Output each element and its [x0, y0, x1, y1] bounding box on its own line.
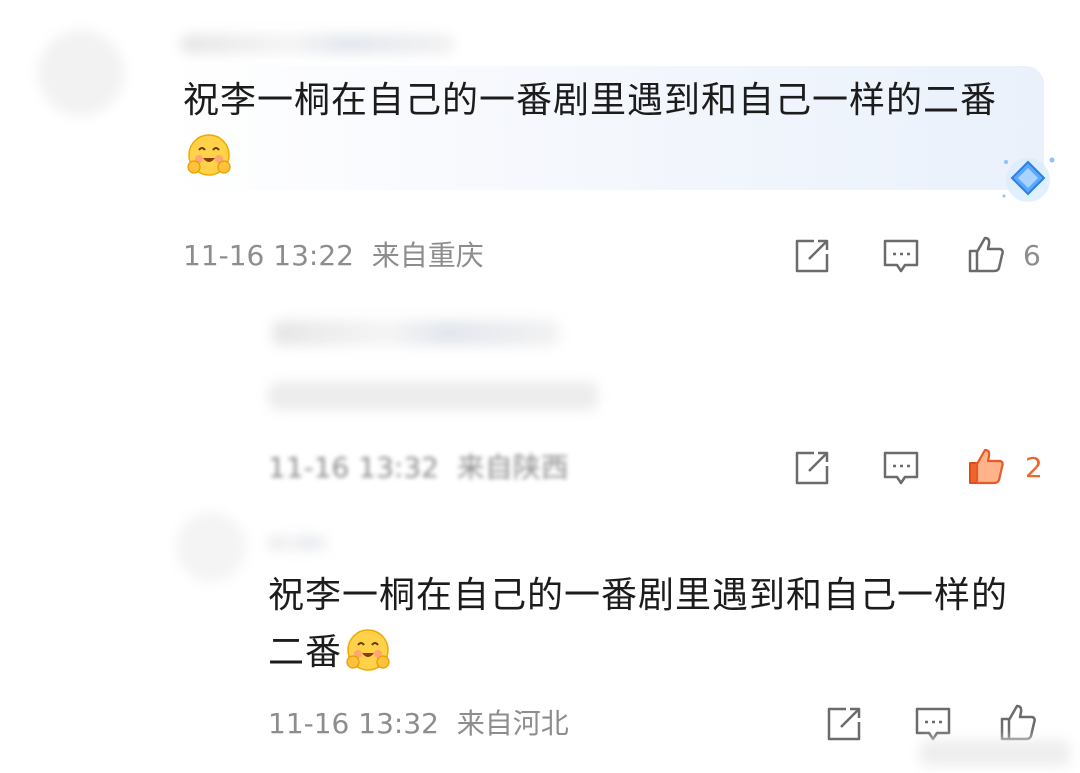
comment-meta: 11-16 13:32 来自河北 — [268, 707, 569, 740]
share-icon[interactable] — [824, 704, 864, 744]
reply-text — [268, 382, 598, 410]
smiling-hug-emoji — [187, 134, 231, 176]
comment-icon[interactable] — [881, 448, 921, 488]
share-icon[interactable] — [792, 448, 832, 488]
smiling-hug-emoji — [346, 629, 390, 671]
comment-icon[interactable] — [913, 704, 953, 744]
liked-thumb-icon[interactable] — [966, 446, 1006, 486]
like-count: 6 — [1023, 239, 1041, 272]
avatar[interactable] — [176, 512, 246, 582]
comment-meta: 11-16 13:22 来自重庆 — [183, 239, 484, 272]
comment-text: 祝李一桐在自己的一番剧里遇到和自己一样的二番 — [183, 72, 1033, 186]
like-count: 2 — [1025, 451, 1043, 484]
watermark — [920, 740, 1070, 766]
share-icon[interactable] — [792, 236, 832, 276]
username[interactable] — [268, 536, 328, 550]
comment-icon[interactable] — [881, 236, 921, 276]
like-icon[interactable] — [998, 702, 1038, 742]
username[interactable] — [180, 34, 455, 54]
reply-username[interactable] — [272, 320, 560, 346]
comment-text: 祝李一桐在自己的一番剧里遇到和自己一样的二番 — [268, 575, 1009, 673]
reply-meta: 11-16 13:32 来自陕西 — [268, 451, 569, 484]
like-icon[interactable] — [966, 234, 1006, 274]
avatar[interactable] — [38, 30, 124, 116]
diamond-badge-icon — [1002, 157, 1055, 202]
